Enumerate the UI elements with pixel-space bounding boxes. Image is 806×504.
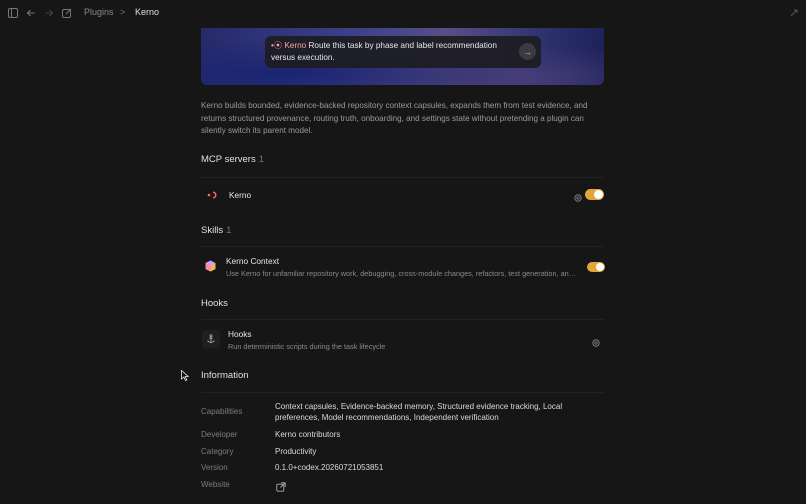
title-bar: Plugins > Kerno: [0, 0, 806, 26]
hook-name: Hooks: [228, 329, 252, 339]
info-label-developer: Developer: [201, 430, 238, 439]
forward-arrow-icon[interactable]: [42, 6, 56, 20]
skills-heading: Skills 1: [201, 225, 231, 236]
mcp-server-toggle[interactable]: [585, 189, 604, 200]
skill-name: Kerno Context: [226, 256, 280, 266]
divider: [201, 177, 604, 178]
info-value-category: Productivity: [275, 447, 317, 456]
skill-toggle[interactable]: [587, 262, 605, 272]
cube-icon: [204, 259, 217, 273]
mcp-servers-count: 1: [258, 154, 265, 165]
info-label-capabilities: Capabilities: [201, 407, 243, 416]
plugin-description: Kerno builds bounded, evidence-backed re…: [201, 101, 588, 136]
divider: [201, 392, 604, 393]
skills-title: Skills: [201, 225, 224, 236]
breadcrumb-separator: >: [120, 7, 126, 17]
kerno-logo-icon: [206, 189, 220, 200]
corner-icon[interactable]: [787, 6, 801, 20]
skills-count: 1: [226, 225, 232, 236]
info-label-website: Website: [201, 480, 230, 489]
skill-description: Use Kerno for unfamiliar repository work…: [226, 269, 580, 278]
divider: [201, 319, 604, 320]
info-label-version: Version: [201, 463, 228, 472]
example-prompt-card[interactable]: •⦿ Kerno Route this task by phase and la…: [265, 36, 541, 68]
sidebar-toggle-icon[interactable]: [6, 6, 20, 20]
gear-icon[interactable]: [591, 335, 601, 347]
mcp-servers-heading: MCP servers 1: [201, 154, 264, 165]
example-prompt-text: •⦿ Kerno Route this task by phase and la…: [271, 40, 507, 63]
external-link-icon[interactable]: [276, 479, 286, 497]
anchor-icon: [202, 330, 220, 348]
mcp-server-name: Kerno: [229, 190, 252, 200]
mcp-servers-title: MCP servers: [201, 154, 256, 165]
hooks-title: Hooks: [201, 298, 228, 309]
breadcrumb-current: Kerno: [135, 7, 160, 17]
info-value-developer: Kerno contributors: [275, 430, 341, 439]
hero-banner: •⦿ Kerno Route this task by phase and la…: [201, 28, 604, 85]
compose-icon[interactable]: [60, 6, 74, 20]
hooks-heading: Hooks: [201, 298, 228, 309]
mouse-cursor-icon: [181, 368, 190, 386]
toggle-knob: [594, 190, 603, 199]
divider: [201, 246, 604, 247]
kerno-mini-logo-icon: •⦿: [271, 41, 283, 50]
hook-description: Run deterministic scripts during the tas…: [228, 342, 386, 351]
breadcrumb-plugins[interactable]: Plugins: [84, 7, 114, 17]
information-heading: Information: [201, 370, 249, 381]
prompt-badge: Kerno: [284, 41, 307, 50]
info-value-capabilities: Context capsules, Evidence-backed memory…: [275, 402, 563, 422]
back-arrow-icon[interactable]: [24, 6, 38, 20]
gear-icon[interactable]: [573, 190, 583, 202]
info-label-category: Category: [201, 447, 234, 456]
arrow-right-icon[interactable]: →: [519, 43, 536, 60]
toggle-knob: [596, 263, 604, 271]
info-value-version: 0.1.0+codex.20260721053851: [275, 463, 384, 472]
